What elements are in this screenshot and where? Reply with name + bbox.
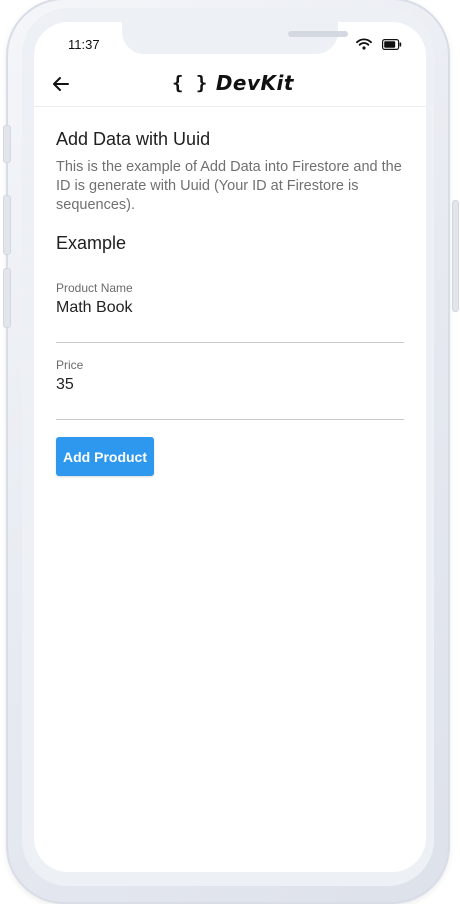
notch — [122, 22, 348, 54]
status-time: 11:37 — [68, 37, 100, 52]
product-name-field[interactable]: Product Name — [56, 281, 404, 343]
mute-switch — [3, 125, 11, 163]
page-title: Add Data with Uuid — [56, 129, 211, 149]
price-input[interactable] — [56, 376, 404, 394]
app-bar: { } DevKit — [34, 62, 426, 107]
volume-down-button — [3, 268, 11, 328]
battery-icon — [382, 37, 402, 55]
back-button[interactable] — [48, 71, 74, 97]
add-product-button[interactable]: Add Product — [56, 437, 154, 476]
arrow-left-icon — [53, 77, 69, 91]
wifi-icon — [356, 37, 372, 55]
app-logo: { } DevKit — [172, 71, 294, 95]
product-name-input[interactable] — [56, 299, 404, 317]
price-label: Price — [56, 358, 84, 372]
power-button — [452, 200, 459, 312]
logo-braces: { } — [172, 72, 208, 94]
phone-screen: 11:37 { } DevKit Add Data with Uuid This… — [34, 22, 426, 872]
price-field[interactable]: Price — [56, 358, 404, 420]
status-icons — [356, 37, 402, 55]
volume-up-button — [3, 195, 11, 255]
product-name-label: Product Name — [56, 281, 133, 295]
example-heading: Example — [56, 233, 127, 253]
logo-name: DevKit — [215, 71, 294, 95]
page-description: This is the example of Add Data into Fir… — [56, 159, 402, 213]
speaker-grille — [288, 31, 348, 37]
